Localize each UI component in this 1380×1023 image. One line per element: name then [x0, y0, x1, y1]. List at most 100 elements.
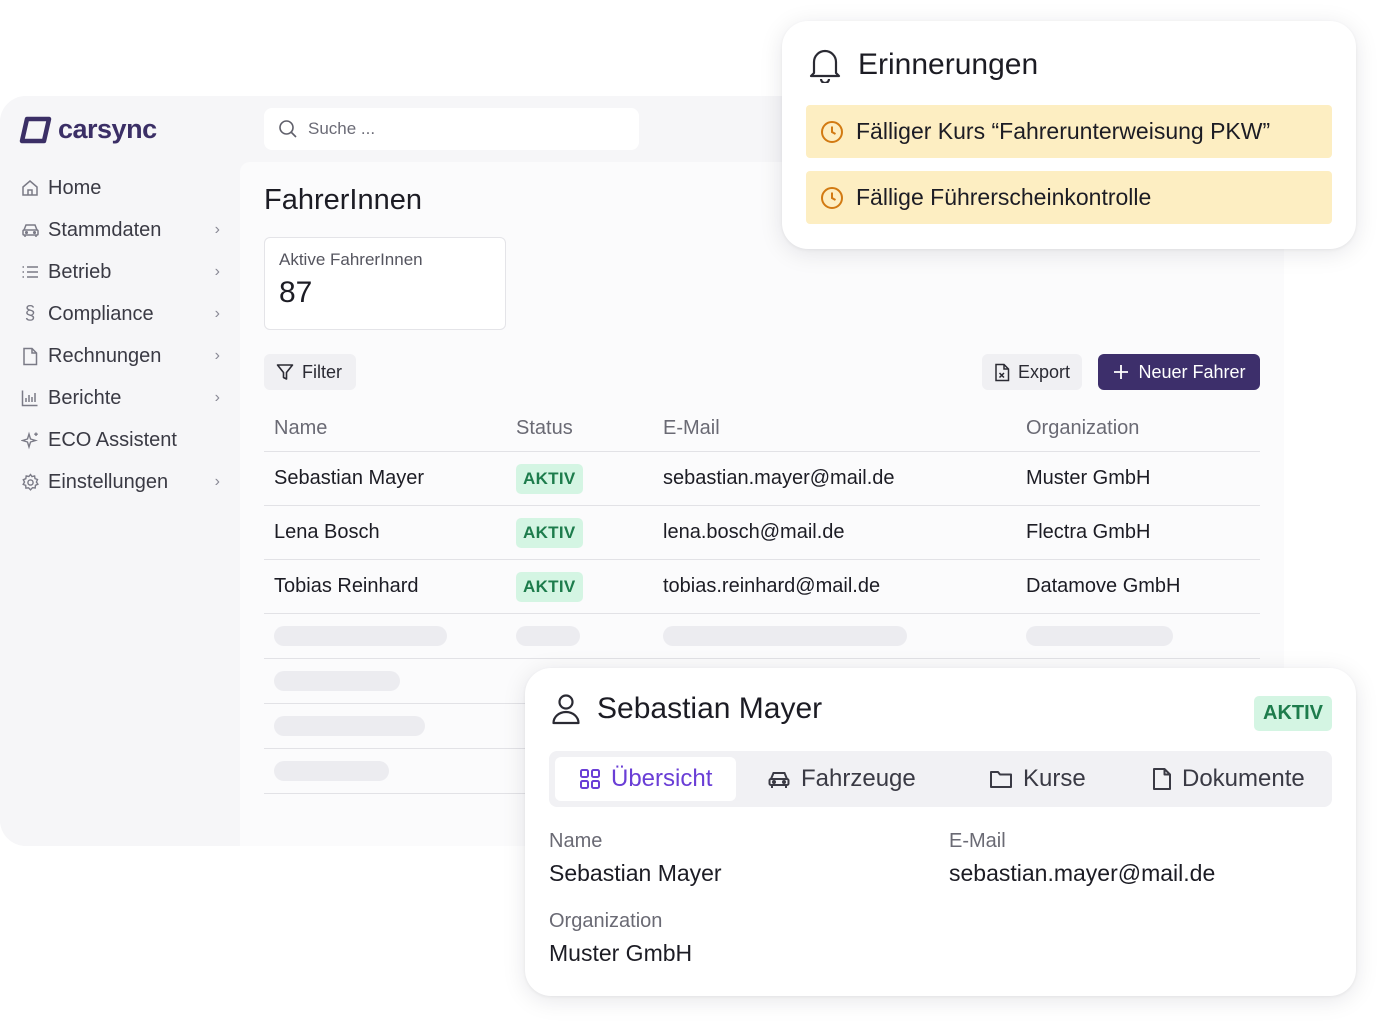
tab-kurse[interactable]: Kurse	[989, 757, 1086, 801]
skeleton-cell	[663, 626, 1026, 646]
cell-status: AKTIV	[516, 517, 663, 548]
column-header-email[interactable]: E-Mail	[663, 417, 1026, 440]
chevron-right-icon: ›	[214, 221, 220, 238]
skeleton-cell	[516, 626, 663, 646]
filter-button[interactable]: Filter	[264, 354, 356, 390]
chevron-right-icon: ›	[214, 389, 220, 406]
sidebar-item-compliance[interactable]: § Compliance ›	[0, 293, 240, 335]
table-row[interactable]: Tobias Reinhard AKTIV tobias.reinhard@ma…	[264, 560, 1260, 614]
section-icon: §	[24, 303, 36, 324]
search-input[interactable]	[308, 119, 608, 139]
table-row[interactable]: Sebastian Mayer AKTIV sebastian.mayer@ma…	[264, 452, 1260, 506]
detail-header: Sebastian Mayer	[551, 692, 822, 726]
chevron-right-icon: ›	[214, 473, 220, 490]
tab-uebersicht[interactable]: Übersicht	[555, 757, 737, 801]
folder-icon	[990, 771, 1012, 788]
file-icon	[20, 346, 40, 366]
filter-icon	[276, 364, 294, 380]
cell-name: Lena Bosch	[274, 521, 380, 543]
export-label: Export	[1018, 361, 1071, 382]
field-value-organization: Muster GmbH	[549, 940, 693, 966]
cell-name: Tobias Reinhard	[274, 575, 419, 597]
skeleton-bar	[274, 716, 425, 736]
sidebar-item-stammdaten[interactable]: Stammdaten ›	[0, 209, 240, 251]
reminders-title: Erinnerungen	[858, 48, 1039, 81]
plus-icon	[1114, 365, 1129, 379]
bar-chart-icon	[20, 388, 40, 408]
user-icon	[552, 694, 580, 725]
chevron-right-icon: ›	[214, 347, 220, 364]
home-icon	[20, 178, 40, 198]
sidebar-item-label: Rechnungen	[48, 344, 162, 367]
sidebar-item-eco-assistent[interactable]: ECO Assistent	[0, 419, 240, 461]
column-header-name[interactable]: Name	[264, 417, 516, 440]
skeleton-bar	[1026, 626, 1173, 646]
skeleton-bar	[274, 626, 447, 646]
skeleton-bar	[516, 626, 580, 646]
column-header-organization[interactable]: Organization	[1026, 417, 1260, 440]
grid-icon	[580, 769, 600, 789]
skeleton-cell	[264, 671, 516, 691]
cell-status: AKTIV	[516, 463, 663, 494]
export-button[interactable]: Export	[982, 354, 1083, 390]
new-driver-button[interactable]: Neuer Fahrer	[1098, 354, 1260, 390]
logo-text: carsync	[58, 114, 157, 144]
chevron-right-icon: ›	[214, 305, 220, 322]
detail-name: Sebastian Mayer	[597, 692, 823, 725]
status-badge: AKTIV	[516, 571, 583, 602]
chevron-right-icon: ›	[214, 263, 220, 280]
sidebar-item-label: ECO Assistent	[48, 428, 177, 451]
gear-icon	[20, 472, 40, 492]
field-label-organization: Organization	[549, 910, 663, 932]
sparkle-icon	[20, 430, 40, 450]
page-title: FahrerInnen	[264, 184, 422, 216]
stat-value: 87	[279, 276, 313, 309]
cell-organization: Datamove GmbH	[1026, 575, 1181, 597]
bell-icon	[809, 49, 841, 83]
logo-icon	[19, 116, 52, 143]
table-row[interactable]: Lena Bosch AKTIV lena.bosch@mail.de Flec…	[264, 506, 1260, 560]
car-icon	[20, 220, 40, 240]
skeleton-cell	[264, 761, 516, 781]
filter-label: Filter	[302, 361, 342, 382]
tab-fahrzeuge[interactable]: Fahrzeuge	[767, 757, 916, 801]
sidebar: carsync Home Stammdaten › Betrieb › § Co…	[0, 96, 240, 846]
sidebar-item-home[interactable]: Home	[0, 167, 240, 209]
driver-detail-card: Sebastian Mayer AKTIV Übersicht Fahrzeug…	[525, 668, 1356, 996]
car-icon	[768, 772, 790, 788]
sidebar-item-label: Home	[48, 176, 102, 199]
skeleton-bar	[663, 626, 907, 646]
cell-email: tobias.reinhard@mail.de	[663, 575, 881, 597]
cell-email: lena.bosch@mail.de	[663, 521, 845, 543]
sidebar-item-label: Compliance	[48, 302, 154, 325]
sidebar-item-betrieb[interactable]: Betrieb ›	[0, 251, 240, 293]
document-icon	[1153, 768, 1171, 790]
search-icon	[279, 120, 297, 138]
sidebar-item-berichte[interactable]: Berichte ›	[0, 377, 240, 419]
sidebar-nav: Home Stammdaten › Betrieb › § Compliance…	[0, 167, 240, 503]
new-driver-label: Neuer Fahrer	[1138, 361, 1246, 382]
sidebar-item-einstellungen[interactable]: Einstellungen ›	[0, 461, 240, 503]
field-label-name: Name	[549, 830, 603, 852]
tab-dokumente[interactable]: Dokumente	[1152, 757, 1305, 801]
sidebar-item-label: Einstellungen	[48, 470, 169, 493]
stat-card-active-drivers: Aktive FahrerInnen 87	[264, 237, 506, 330]
skeleton-bar	[274, 761, 389, 781]
logo[interactable]: carsync	[18, 114, 157, 145]
column-header-status[interactable]: Status	[516, 417, 663, 440]
cell-organization: Muster GmbH	[1026, 467, 1151, 489]
sidebar-item-rechnungen[interactable]: Rechnungen ›	[0, 335, 240, 377]
reminder-text: Fällige Führerscheinkontrolle	[856, 184, 1152, 210]
reminders-card: Erinnerungen Fälliger Kurs “Fahrerunterw…	[782, 21, 1356, 249]
skeleton-row	[264, 614, 1260, 659]
export-file-icon	[995, 363, 1010, 381]
cell-status: AKTIV	[516, 571, 663, 602]
status-badge: AKTIV	[1254, 696, 1332, 731]
sidebar-item-label: Stammdaten	[48, 218, 162, 241]
tab-label: Dokumente	[1182, 765, 1305, 792]
search-box[interactable]	[264, 108, 639, 150]
reminder-item[interactable]: Fällige Führerscheinkontrolle	[806, 171, 1332, 224]
list-icon	[20, 262, 40, 282]
cell-name: Sebastian Mayer	[274, 467, 425, 489]
reminder-item[interactable]: Fälliger Kurs “Fahrerunterweisung PKW”	[806, 105, 1332, 158]
